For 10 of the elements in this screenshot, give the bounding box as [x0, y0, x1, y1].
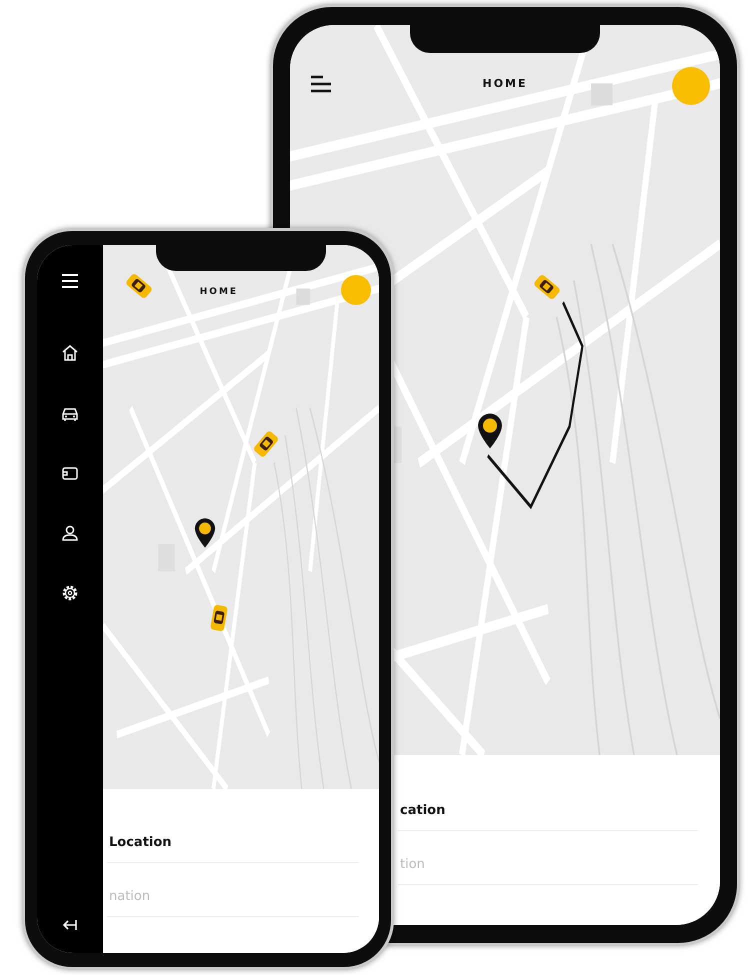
screen-title: HOME [482, 77, 528, 90]
home-icon[interactable] [60, 343, 80, 363]
settings-icon[interactable] [60, 583, 80, 603]
location-pin-icon [477, 412, 504, 450]
menu-icon[interactable] [60, 271, 80, 291]
taxi-icon [208, 602, 229, 634]
user-icon[interactable] [60, 523, 80, 543]
location-pin-icon [194, 517, 216, 549]
menu-icon[interactable] [310, 75, 332, 93]
screen-title: HOME [200, 287, 238, 297]
